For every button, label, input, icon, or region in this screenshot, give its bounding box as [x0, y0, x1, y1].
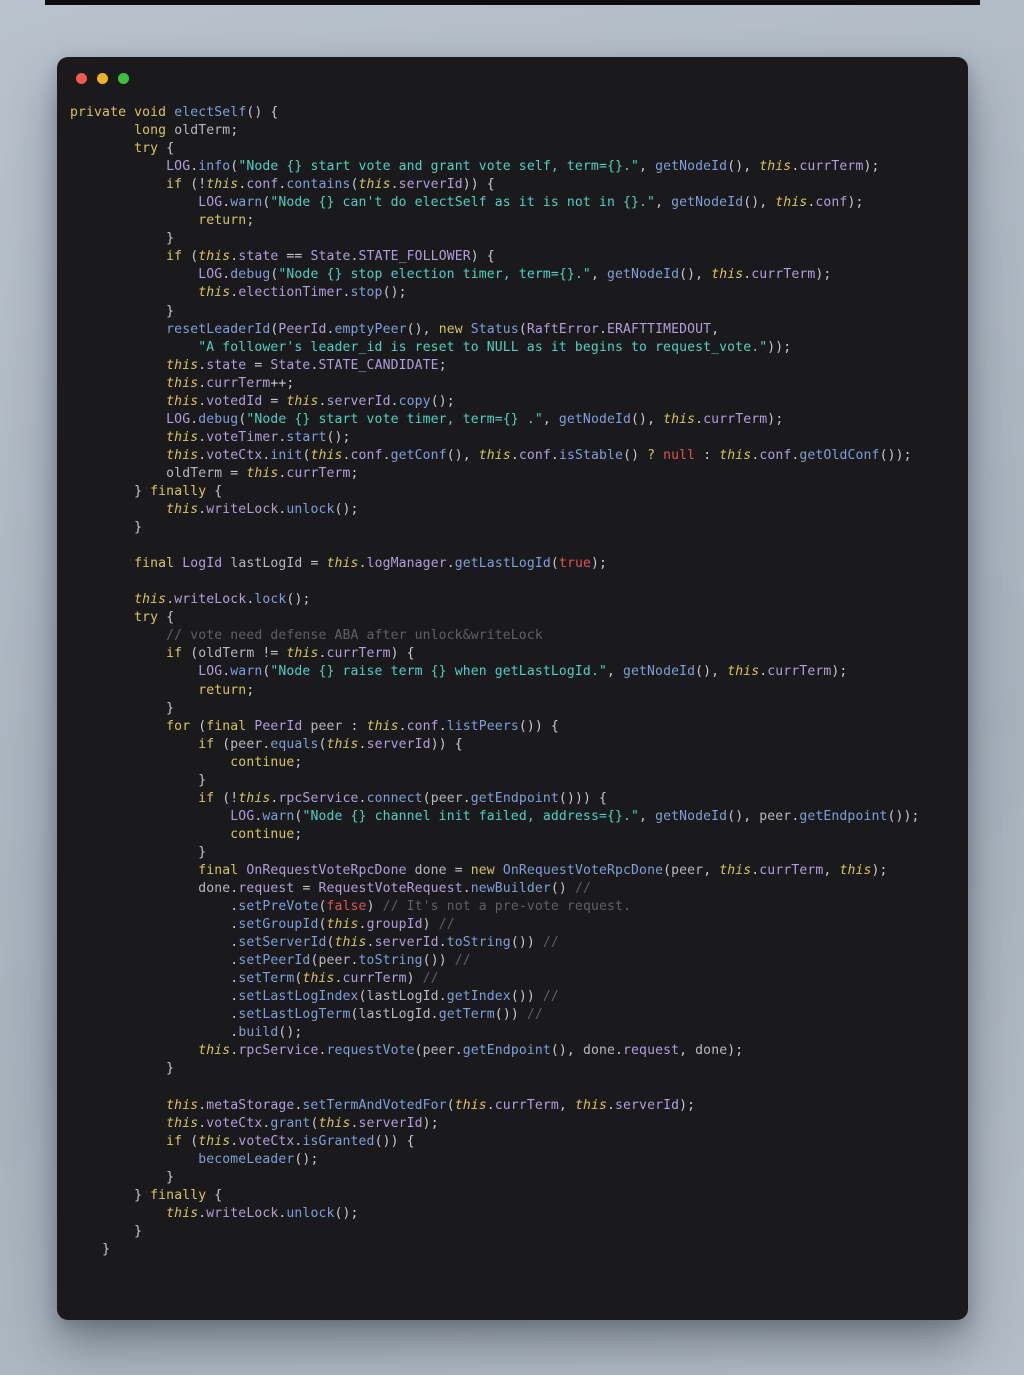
code-line: }	[198, 844, 207, 860]
code-line: .setLastLogIndex(lastLogId.getIndex()) /…	[230, 989, 559, 1005]
code-line: this.metaStorage.setTermAndVotedFor(this…	[166, 1097, 696, 1113]
code-line: final OnRequestVoteRpcDone done = new On…	[198, 862, 888, 878]
code-line: }	[134, 520, 143, 536]
maximize-button[interactable]	[118, 72, 129, 84]
code-line: if (!this.rpcService.connect(peer.getEnd…	[198, 790, 608, 806]
code-line: this.writeLock.lock();	[134, 592, 311, 608]
code-line: this.voteCtx.grant(this.serverId);	[166, 1115, 439, 1131]
code-line: private void electSelf() {	[70, 105, 279, 120]
code-line: .setLastLogTerm(lastLogId.getTerm()) //	[230, 1007, 543, 1023]
code-line: this.votedId = this.serverId.copy();	[166, 393, 455, 409]
code-line: LOG.warn("Node {} raise term {} when get…	[198, 664, 848, 680]
code-line: if (peer.equals(this.serverId)) {	[198, 736, 463, 752]
code-line: }	[134, 1223, 143, 1239]
code-line: }	[166, 1169, 175, 1185]
code-line: .setServerId(this.serverId.toString()) /…	[230, 935, 559, 951]
code-line: continue;	[230, 754, 303, 770]
code-line: } finally {	[134, 483, 223, 499]
code-line: continue;	[230, 826, 303, 842]
code-line: becomeLeader();	[198, 1151, 319, 1167]
code-line: .setPreVote(false) // It's not a pre-vot…	[230, 899, 632, 915]
minimize-button[interactable]	[97, 72, 108, 84]
code-line: if (oldTerm != this.currTerm) {	[166, 646, 415, 662]
code-line: .setGroupId(this.groupId) //	[230, 917, 455, 933]
code-line: final LogId lastLogId = this.logManager.…	[134, 556, 608, 572]
code-line: oldTerm = this.currTerm;	[166, 465, 359, 481]
code-line: }	[102, 1241, 111, 1257]
code-line: "A follower's leader_id is reset to NULL…	[198, 339, 792, 355]
code-line: for (final PeerId peer : this.conf.listP…	[166, 718, 559, 734]
code-line: if (this.state == State.STATE_FOLLOWER) …	[166, 249, 495, 265]
code-line: } finally {	[134, 1187, 223, 1203]
code-line: return;	[198, 682, 255, 698]
code-line: // vote need defense ABA after unlock&wr…	[166, 628, 543, 644]
code-line: LOG.warn("Node {} can't do electSelf as …	[198, 195, 864, 211]
code-line: LOG.warn("Node {} channel init failed, a…	[230, 808, 920, 824]
window-titlebar	[57, 57, 968, 99]
top-edge-strip	[45, 0, 980, 5]
code-line: this.writeLock.unlock();	[166, 502, 359, 518]
code-line: this.state = State.STATE_CANDIDATE;	[166, 357, 447, 373]
code-line: return;	[198, 213, 255, 229]
code-line: .build();	[230, 1025, 303, 1041]
code-block[interactable]: private void electSelf() { long oldTerm;…	[57, 99, 968, 1259]
code-window: private void electSelf() { long oldTerm;…	[57, 57, 968, 1320]
code-line: this.rpcService.requestVote(peer.getEndp…	[198, 1043, 744, 1059]
code-line: try {	[134, 610, 175, 626]
code-line: this.currTerm++;	[166, 375, 295, 391]
code-line: done.request = RequestVoteRequest.newBui…	[198, 881, 591, 897]
code-line: LOG.debug("Node {} start vote timer, ter…	[166, 411, 784, 427]
code-line: }	[166, 231, 175, 247]
code-line: LOG.debug("Node {} stop election timer, …	[198, 267, 832, 283]
code-line: this.writeLock.unlock();	[166, 1205, 359, 1221]
code-line: resetLeaderId(PeerId.emptyPeer(), new St…	[166, 321, 720, 337]
code-line: if (this.voteCtx.isGranted()) {	[166, 1133, 415, 1149]
code-line: }	[198, 772, 207, 788]
code-line: LOG.info("Node {} start vote and grant v…	[166, 159, 880, 175]
code-line: try {	[134, 141, 175, 157]
code-line: }	[166, 700, 175, 716]
code-line: long oldTerm;	[134, 123, 239, 139]
code-line: this.voteTimer.start();	[166, 429, 351, 445]
code-line: this.electionTimer.stop();	[198, 285, 407, 301]
code-line: this.voteCtx.init(this.conf.getConf(), t…	[166, 447, 912, 463]
close-button[interactable]	[76, 72, 87, 84]
code-line: }	[166, 303, 175, 319]
code-line: if (!this.conf.contains(this.serverId)) …	[166, 177, 495, 193]
code-line: .setPeerId(peer.toString()) //	[230, 953, 471, 969]
code-line: .setTerm(this.currTerm) //	[230, 971, 439, 987]
code-line: }	[166, 1061, 175, 1077]
